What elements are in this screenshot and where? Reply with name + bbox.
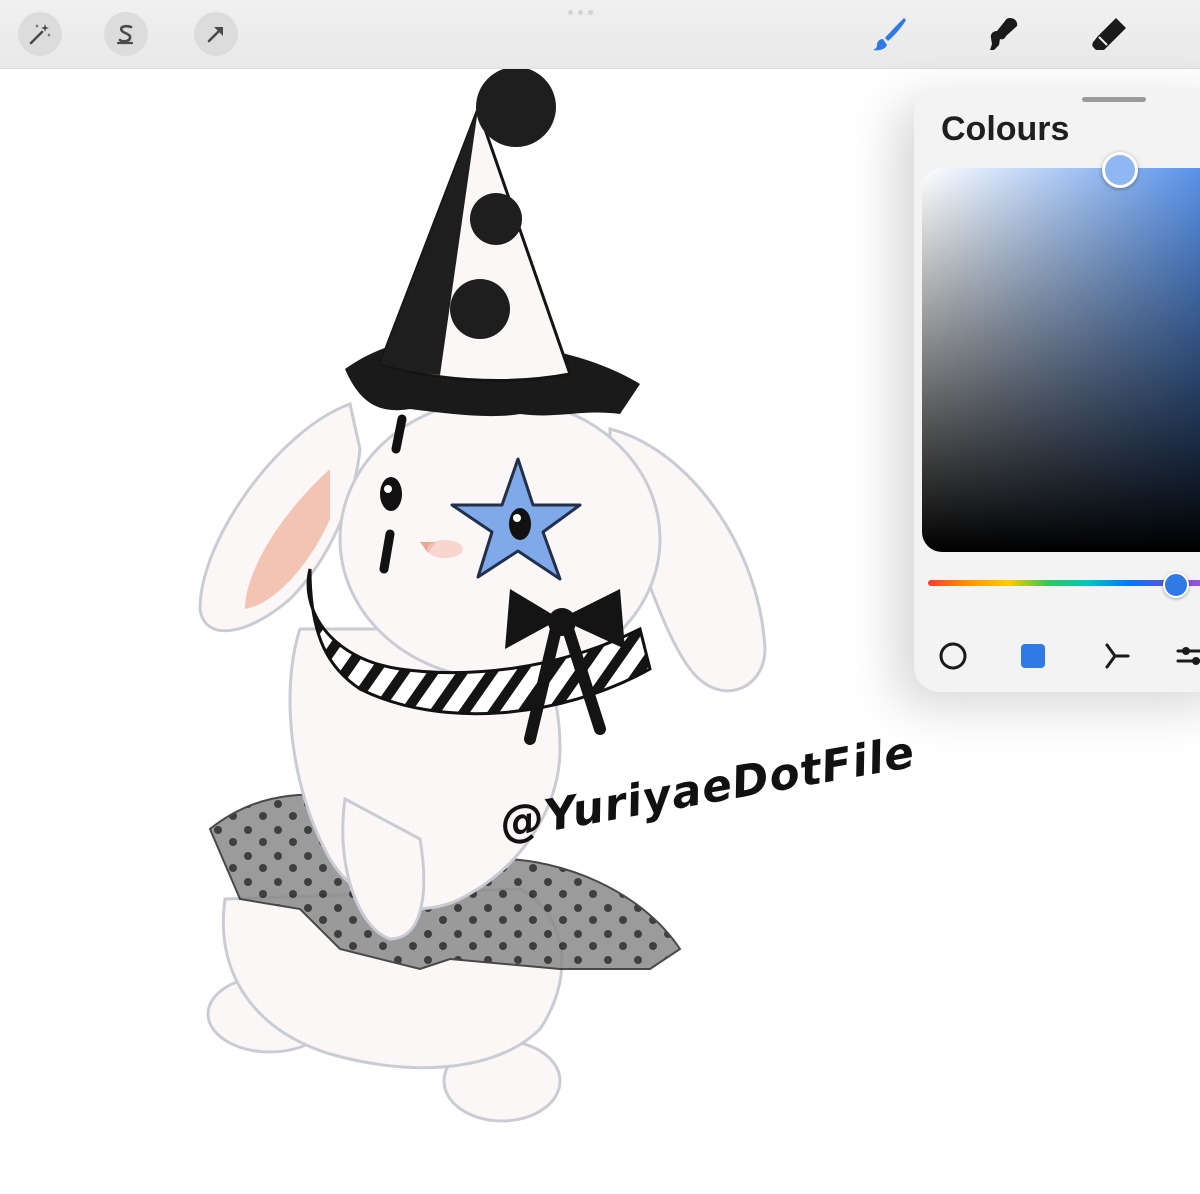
transform-arrow-icon (207, 27, 223, 43)
eraser-button[interactable] (1086, 10, 1134, 58)
smudge-button[interactable] (978, 10, 1026, 58)
tab-value[interactable] (1170, 636, 1200, 676)
hue-slider[interactable] (928, 580, 1200, 586)
selection-button[interactable] (104, 12, 148, 56)
brush-button[interactable] (866, 10, 914, 58)
tab-disc[interactable] (933, 636, 973, 676)
selection-icon (116, 24, 134, 45)
smudge-icon (990, 18, 1018, 50)
toolbar-grip[interactable] (568, 10, 593, 15)
panel-title: Colours (941, 110, 1070, 148)
top-toolbar (0, 0, 1200, 69)
transform-button[interactable] (194, 12, 238, 56)
brush-icon (873, 18, 906, 51)
disc-mode-icon (939, 642, 967, 670)
adjustments-wand-icon (29, 24, 51, 45)
tab-classic[interactable] (1013, 636, 1053, 676)
classic-mode-icon (1021, 644, 1045, 668)
colours-panel: Colours (914, 88, 1200, 692)
tab-harmony[interactable] (1095, 636, 1135, 676)
colour-field[interactable] (922, 168, 1200, 552)
colour-picker-knob[interactable] (1102, 152, 1138, 188)
adjustments-button[interactable] (18, 12, 62, 56)
value-sliders-icon (1176, 647, 1200, 665)
eraser-icon (1092, 18, 1126, 50)
hue-slider-knob[interactable] (1163, 572, 1189, 598)
harmony-mode-icon (1105, 643, 1130, 669)
panel-drag-handle[interactable] (1082, 97, 1146, 102)
